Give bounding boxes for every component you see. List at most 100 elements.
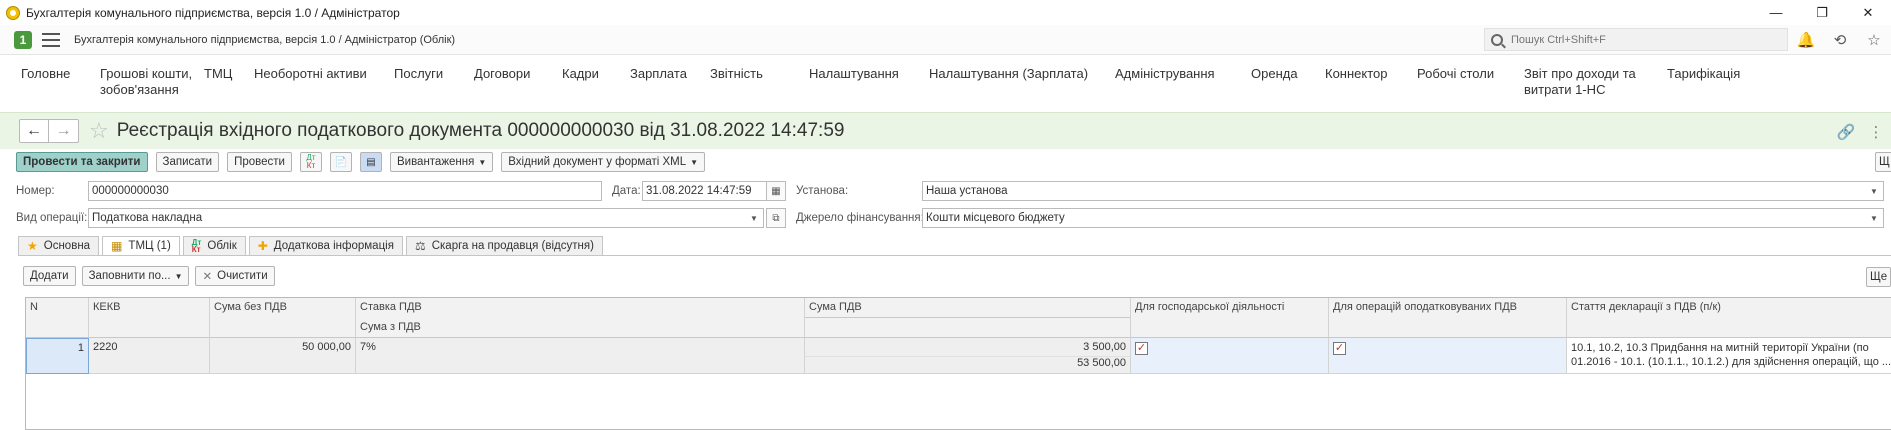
dt-kt-icon: Дт Кт xyxy=(191,238,202,254)
section-menu: Головне Грошові кошти, зобов'язання ТМЦ … xyxy=(0,56,1891,110)
cell-vat-ops[interactable]: ✓ xyxy=(1329,338,1567,374)
org-field[interactable]: Наша установа ▼ xyxy=(922,181,1884,201)
number-field[interactable]: 000000000030 xyxy=(88,181,602,201)
search-input[interactable] xyxy=(1511,33,1771,46)
menu-item-desktops[interactable]: Робочі столи xyxy=(1417,56,1524,110)
window-title: Бухгалтерія комунального підприємства, в… xyxy=(26,5,400,20)
goods-table: N КЕКВ Сума без ПДВ Ставка ПДВ Сума з ПД… xyxy=(25,297,1891,430)
cell-n[interactable]: 1 xyxy=(26,338,89,374)
calendar-icon[interactable]: ▦ xyxy=(766,181,786,201)
tab-seller-complaint[interactable]: ⚖ Скарга на продавця (відсутня) xyxy=(405,236,603,256)
menu-item-fixed-assets[interactable]: Необоротні активи xyxy=(254,56,394,110)
sum-with-vat-value: 53 500,00 xyxy=(805,356,1130,369)
chevron-down-icon[interactable]: ▼ xyxy=(1865,209,1883,227)
minimize-button[interactable]: — xyxy=(1753,0,1799,25)
add-button[interactable]: Додати xyxy=(23,266,76,286)
menu-icon[interactable] xyxy=(42,32,60,47)
finsource-field[interactable]: Кошти місцевого бюджету ▼ xyxy=(922,208,1884,228)
tab-main[interactable]: ★ Основна xyxy=(18,236,100,256)
fill-by-dropdown[interactable]: Заповнити по... ▼ xyxy=(81,266,190,286)
menu-item-rent[interactable]: Оренда xyxy=(1251,56,1325,110)
finsource-label: Джерело фінансування: xyxy=(796,212,924,224)
open-icon[interactable]: ⧉ xyxy=(766,208,786,228)
post-and-close-button[interactable]: Провести та закрити xyxy=(16,152,148,172)
header-decl-article[interactable]: Стаття декларації з ПДВ (п/к) xyxy=(1567,298,1891,338)
header-sum-with-vat[interactable]: Сума з ПДВ xyxy=(356,318,805,338)
search-box[interactable] xyxy=(1484,28,1788,51)
date-field[interactable]: 31.08.2022 14:47:59 xyxy=(642,181,768,201)
cell-business[interactable]: ✓ xyxy=(1131,338,1329,374)
favorite-star-icon[interactable]: ☆ xyxy=(89,118,109,144)
close-icon: ✕ xyxy=(202,271,213,283)
more-vert-icon[interactable]: ⋮ xyxy=(1861,123,1891,141)
star-plus-icon: ✚ xyxy=(257,239,268,253)
menu-item-contracts[interactable]: Договори xyxy=(474,56,562,110)
bell-icon[interactable]: 🔔 xyxy=(1789,31,1823,49)
menu-item-income-report[interactable]: Звіт про доходи та витрати 1-НС xyxy=(1524,56,1667,110)
menu-item-settings-salary[interactable]: Налаштування (Зарплата) xyxy=(929,56,1115,110)
app-header: 1 Бухгалтерія комунального підприємства,… xyxy=(0,25,1891,55)
forward-button[interactable]: → xyxy=(49,119,79,143)
clear-button[interactable]: ✕ Очистити xyxy=(195,266,275,286)
header-kekv[interactable]: КЕКВ xyxy=(89,298,210,338)
star-icon[interactable]: ☆ xyxy=(1857,31,1891,49)
star-icon: ★ xyxy=(27,239,38,253)
cell-vat-rate[interactable]: 7% xyxy=(356,338,805,374)
menu-item-tariffication[interactable]: Тарифікація xyxy=(1667,56,1767,110)
header-vat-ops[interactable]: Для операцій оподатковуваних ПДВ xyxy=(1329,298,1567,338)
app-logo-icon xyxy=(6,5,20,20)
header-sum-no-vat[interactable]: Сума без ПДВ xyxy=(210,298,356,338)
dt-kt-icon[interactable]: Дт Кт xyxy=(299,152,322,172)
header-n[interactable]: N xyxy=(26,298,89,338)
1c-logo-icon[interactable]: 1 xyxy=(14,30,32,49)
cell-decl-article[interactable]: 10.1, 10.2, 10.3 Придбання на митній тер… xyxy=(1567,338,1891,374)
close-button[interactable]: ✕ xyxy=(1845,0,1891,25)
optype-field[interactable]: Податкова накладна ▼ xyxy=(88,208,764,228)
menu-item-settings[interactable]: Налаштування xyxy=(809,56,929,110)
app-title: Бухгалтерія комунального підприємства, в… xyxy=(74,33,456,46)
post-button[interactable]: Провести xyxy=(227,152,292,172)
checkbox-business[interactable]: ✓ xyxy=(1135,342,1148,355)
cell-kekv[interactable]: 2220 xyxy=(89,338,210,374)
header-vat-sum-sub xyxy=(805,318,1131,338)
back-button[interactable]: ← xyxy=(19,119,49,143)
xml-dropdown[interactable]: Вхідний документ у форматі XML ▼ xyxy=(501,152,706,172)
menu-item-salary[interactable]: Зарплата xyxy=(630,56,710,110)
table-more-button[interactable]: Ще xyxy=(1866,267,1891,287)
unload-dropdown[interactable]: Вивантаження ▼ xyxy=(389,152,494,172)
chevron-down-icon[interactable]: ▼ xyxy=(745,209,763,227)
menu-item-hr[interactable]: Кадри xyxy=(562,56,630,110)
table-toolbar: Додати Заповнити по... ▼ ✕ Очистити xyxy=(23,266,275,288)
header-business[interactable]: Для господарської діяльності xyxy=(1131,298,1329,338)
menu-item-cash[interactable]: Грошові кошти, зобов'язання xyxy=(100,56,192,110)
menu-item-main[interactable]: Головне xyxy=(21,56,85,110)
checkbox-vat-ops[interactable]: ✓ xyxy=(1333,342,1346,355)
vat-sum-value: 3 500,00 xyxy=(1083,341,1126,353)
table-icon: ▦ xyxy=(111,239,123,253)
menu-item-connector[interactable]: Коннектор xyxy=(1325,56,1417,110)
header-vat-sum[interactable]: Сума ПДВ xyxy=(805,298,1131,318)
cell-vat-sum[interactable]: 3 500,00 53 500,00 xyxy=(805,338,1131,374)
document-icon[interactable]: 📄 xyxy=(329,152,352,172)
number-label: Номер: xyxy=(16,185,55,197)
save-button[interactable]: Записати xyxy=(155,152,220,172)
tab-additional-info[interactable]: ✚ Додаткова інформація xyxy=(248,236,403,256)
menu-item-reports[interactable]: Звітність xyxy=(710,56,809,110)
history-icon[interactable]: ⟲ xyxy=(1823,31,1857,49)
menu-item-services[interactable]: Послуги xyxy=(394,56,474,110)
link-icon[interactable]: 🔗 xyxy=(1831,123,1861,141)
tab-accounting[interactable]: Дт Кт Облік xyxy=(182,236,246,256)
org-label: Установа: xyxy=(796,185,849,197)
chevron-down-icon[interactable]: ▼ xyxy=(1865,182,1883,200)
menu-item-administration[interactable]: Адміністрування xyxy=(1115,56,1251,110)
page-title: Реєстрація вхідного податкового документ… xyxy=(116,120,845,141)
report-icon[interactable]: ▤ xyxy=(359,152,382,172)
menu-item-tmc[interactable]: ТМЦ xyxy=(204,56,254,110)
tab-tmc[interactable]: ▦ ТМЦ (1) xyxy=(102,236,180,256)
search-icon xyxy=(1491,33,1503,46)
window-title-bar: Бухгалтерія комунального підприємства, в… xyxy=(0,0,1891,25)
chevron-down-icon: ▼ xyxy=(478,157,487,167)
cell-sum-no-vat[interactable]: 50 000,00 xyxy=(210,338,356,374)
restore-button[interactable]: ❐ xyxy=(1799,0,1845,25)
more-button[interactable]: Щ xyxy=(1875,152,1891,172)
